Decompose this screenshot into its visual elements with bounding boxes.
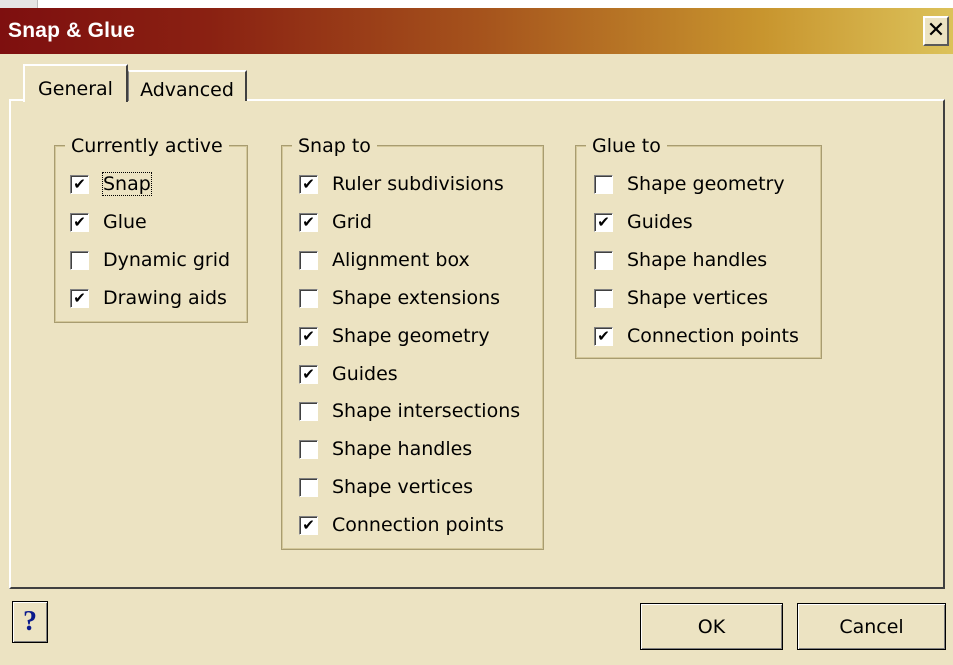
option-label: Snap	[102, 172, 152, 196]
option-glue-to-guides[interactable]: ✔ Guides	[594, 210, 693, 234]
option-label: Guides	[627, 211, 693, 233]
top-strip	[0, 0, 953, 8]
checkbox-glue[interactable]: ✔	[70, 212, 89, 232]
checkbox-shape-geometry[interactable]	[594, 174, 613, 194]
check-mark-icon: ✔	[302, 364, 315, 383]
option-label: Shape vertices	[627, 287, 769, 309]
check-mark-icon: ✔	[302, 212, 315, 231]
option-label: Shape handles	[627, 249, 768, 271]
checkbox-shape-handles[interactable]	[594, 250, 613, 270]
checkbox-drawing-aids[interactable]: ✔	[70, 288, 89, 308]
option-label: Shape handles	[332, 438, 473, 460]
close-icon: ✕	[926, 18, 946, 43]
checkbox-guides[interactable]: ✔	[594, 212, 613, 232]
checkbox-shape-vertices[interactable]	[594, 288, 613, 308]
check-mark-icon: ✔	[302, 174, 315, 193]
option-label: Shape geometry	[627, 173, 785, 195]
cancel-button[interactable]: Cancel	[797, 603, 946, 650]
option-label: Shape vertices	[332, 476, 474, 498]
option-label: Shape intersections	[332, 400, 521, 422]
option-label: Connection points	[627, 325, 799, 347]
tab-general[interactable]: General	[23, 64, 128, 102]
option-snap-to-connection-points[interactable]: ✔ Connection points	[299, 513, 504, 537]
option-snap-to-grid[interactable]: ✔ Grid	[299, 210, 372, 234]
option-snap-to-guides[interactable]: ✔ Guides	[299, 362, 398, 386]
option-label: Drawing aids	[103, 287, 227, 309]
check-mark-icon: ✔	[302, 326, 315, 345]
option-snap-to-shape-handles[interactable]: Shape handles	[299, 437, 472, 461]
option-snap-to-shape-geometry[interactable]: ✔ Shape geometry	[299, 324, 490, 348]
checkbox-connection-points[interactable]: ✔	[594, 326, 613, 346]
option-currently-active-snap[interactable]: ✔ Snap	[70, 172, 152, 196]
check-mark-icon: ✔	[73, 212, 86, 231]
option-snap-to-shape-intersections[interactable]: Shape intersections	[299, 399, 520, 423]
checkbox-shape-intersections[interactable]	[299, 401, 318, 421]
title-bar: Snap & Glue ✕	[0, 8, 953, 54]
top-strip-chip	[0, 0, 38, 8]
check-mark-icon: ✔	[302, 515, 315, 534]
check-mark-icon: ✔	[73, 174, 86, 193]
option-snap-to-shape-vertices[interactable]: Shape vertices	[299, 475, 473, 499]
checkbox-alignment-box[interactable]	[299, 250, 318, 270]
option-currently-active-dynamic-grid[interactable]: Dynamic grid	[70, 248, 230, 272]
checkbox-guides[interactable]: ✔	[299, 364, 318, 384]
check-mark-icon: ✔	[597, 326, 610, 345]
option-currently-active-glue[interactable]: ✔ Glue	[70, 210, 147, 234]
checkbox-shape-handles[interactable]	[299, 439, 318, 459]
ok-label: OK	[697, 615, 726, 638]
option-glue-to-connection-points[interactable]: ✔ Connection points	[594, 324, 799, 348]
check-mark-icon: ✔	[73, 288, 86, 307]
option-glue-to-shape-handles[interactable]: Shape handles	[594, 248, 767, 272]
window-title: Snap & Glue	[8, 19, 136, 42]
group-title-currently-active: Currently active	[65, 135, 229, 157]
option-label: Guides	[332, 363, 398, 385]
checkbox-grid[interactable]: ✔	[299, 212, 318, 232]
group-title-glue-to: Glue to	[586, 135, 667, 157]
checkbox-shape-extensions[interactable]	[299, 288, 318, 308]
option-glue-to-shape-geometry[interactable]: Shape geometry	[594, 172, 785, 196]
help-button[interactable]: ?	[12, 601, 48, 643]
option-snap-to-shape-extensions[interactable]: Shape extensions	[299, 286, 500, 310]
check-mark-icon: ✔	[597, 212, 610, 231]
tab-general-label: General	[38, 78, 113, 100]
cancel-label: Cancel	[839, 615, 904, 638]
option-label: Glue	[103, 211, 147, 233]
option-label: Grid	[332, 211, 372, 233]
option-label: Shape geometry	[332, 325, 490, 347]
help-icon: ?	[23, 606, 37, 637]
tab-advanced[interactable]: Advanced	[128, 70, 247, 101]
tab-advanced-label: Advanced	[140, 79, 234, 101]
checkbox-shape-vertices[interactable]	[299, 477, 318, 497]
checkbox-snap[interactable]: ✔	[70, 174, 89, 194]
close-button[interactable]: ✕	[923, 16, 949, 46]
checkbox-shape-geometry[interactable]: ✔	[299, 326, 318, 346]
option-label: Ruler subdivisions	[332, 173, 504, 195]
group-title-snap-to: Snap to	[292, 135, 377, 157]
option-snap-to-ruler-subdivisions[interactable]: ✔ Ruler subdivisions	[299, 172, 504, 196]
ok-button[interactable]: OK	[640, 603, 783, 650]
option-snap-to-alignment-box[interactable]: Alignment box	[299, 248, 470, 272]
option-label: Dynamic grid	[103, 249, 231, 271]
option-label: Connection points	[332, 514, 504, 536]
option-label: Shape extensions	[332, 287, 501, 309]
checkbox-ruler-subdivisions[interactable]: ✔	[299, 174, 318, 194]
checkbox-connection-points[interactable]: ✔	[299, 515, 318, 535]
option-label: Alignment box	[332, 249, 470, 271]
checkbox-dynamic-grid[interactable]	[70, 250, 89, 270]
option-currently-active-drawing-aids[interactable]: ✔ Drawing aids	[70, 286, 227, 310]
option-glue-to-shape-vertices[interactable]: Shape vertices	[594, 286, 768, 310]
